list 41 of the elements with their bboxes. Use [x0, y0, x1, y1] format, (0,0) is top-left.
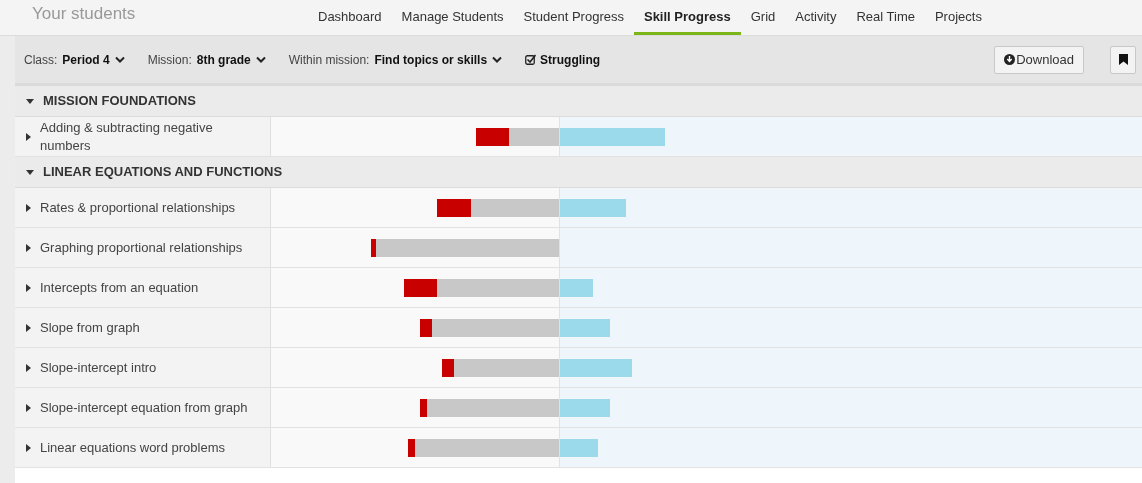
- nav-tab[interactable]: Manage Students: [391, 1, 514, 35]
- nav-tab[interactable]: Projects: [924, 1, 992, 35]
- filter-dropdown[interactable]: Within mission: Find topics or skills: [288, 50, 503, 69]
- caret-right-icon[interactable]: [26, 443, 31, 452]
- caret-right-icon[interactable]: [26, 132, 31, 141]
- section-title: MISSION FOUNDATIONS: [43, 92, 196, 111]
- struggling-checkbox[interactable]: Struggling: [525, 50, 601, 69]
- download-icon: [1004, 54, 1016, 65]
- filter-value: 8th grade: [196, 51, 251, 69]
- nav-tab[interactable]: Activity: [785, 1, 847, 35]
- caret-right-icon[interactable]: [26, 403, 31, 412]
- section-header[interactable]: LINEAR EQUATIONS AND FUNCTIONS: [15, 157, 1142, 188]
- nav-tab[interactable]: Real Time: [846, 1, 925, 35]
- bar-segment: [560, 198, 626, 217]
- chevron-down-icon: [255, 56, 266, 63]
- chevron-down-icon: [114, 56, 125, 63]
- bookmark-icon: [1118, 54, 1128, 65]
- caret-right-icon[interactable]: [26, 203, 31, 212]
- nav-tab[interactable]: Grid: [740, 1, 786, 35]
- filter-value: Period 4: [62, 51, 110, 69]
- bookmark-button[interactable]: [1110, 45, 1136, 74]
- skill-name[interactable]: Slope from graph: [40, 318, 140, 337]
- chevron-down-icon: [492, 56, 503, 63]
- filter-label: Mission:: [147, 51, 192, 69]
- filter-dropdown[interactable]: Mission: 8th grade: [147, 50, 266, 69]
- section-header[interactable]: MISSION FOUNDATIONS: [15, 86, 1142, 117]
- download-button[interactable]: Download: [994, 45, 1084, 74]
- nav-tab[interactable]: Student Progress: [513, 1, 634, 35]
- caret-right-icon[interactable]: [26, 243, 31, 252]
- filter-label: Within mission:: [288, 51, 370, 69]
- caret-down-icon[interactable]: [26, 169, 34, 175]
- caret-right-icon[interactable]: [26, 323, 31, 332]
- filter-label: Class:: [24, 51, 58, 69]
- page-title: Your students: [32, 3, 136, 23]
- caret-right-icon[interactable]: [26, 363, 31, 372]
- filter-dropdown[interactable]: Class: Period 4: [24, 50, 125, 69]
- filter-value: Find topics or skills: [374, 51, 488, 69]
- caret-down-icon[interactable]: [26, 98, 34, 104]
- nav-tab[interactable]: Dashboard: [308, 1, 392, 35]
- section-title: LINEAR EQUATIONS AND FUNCTIONS: [43, 163, 283, 182]
- caret-right-icon[interactable]: [26, 283, 31, 292]
